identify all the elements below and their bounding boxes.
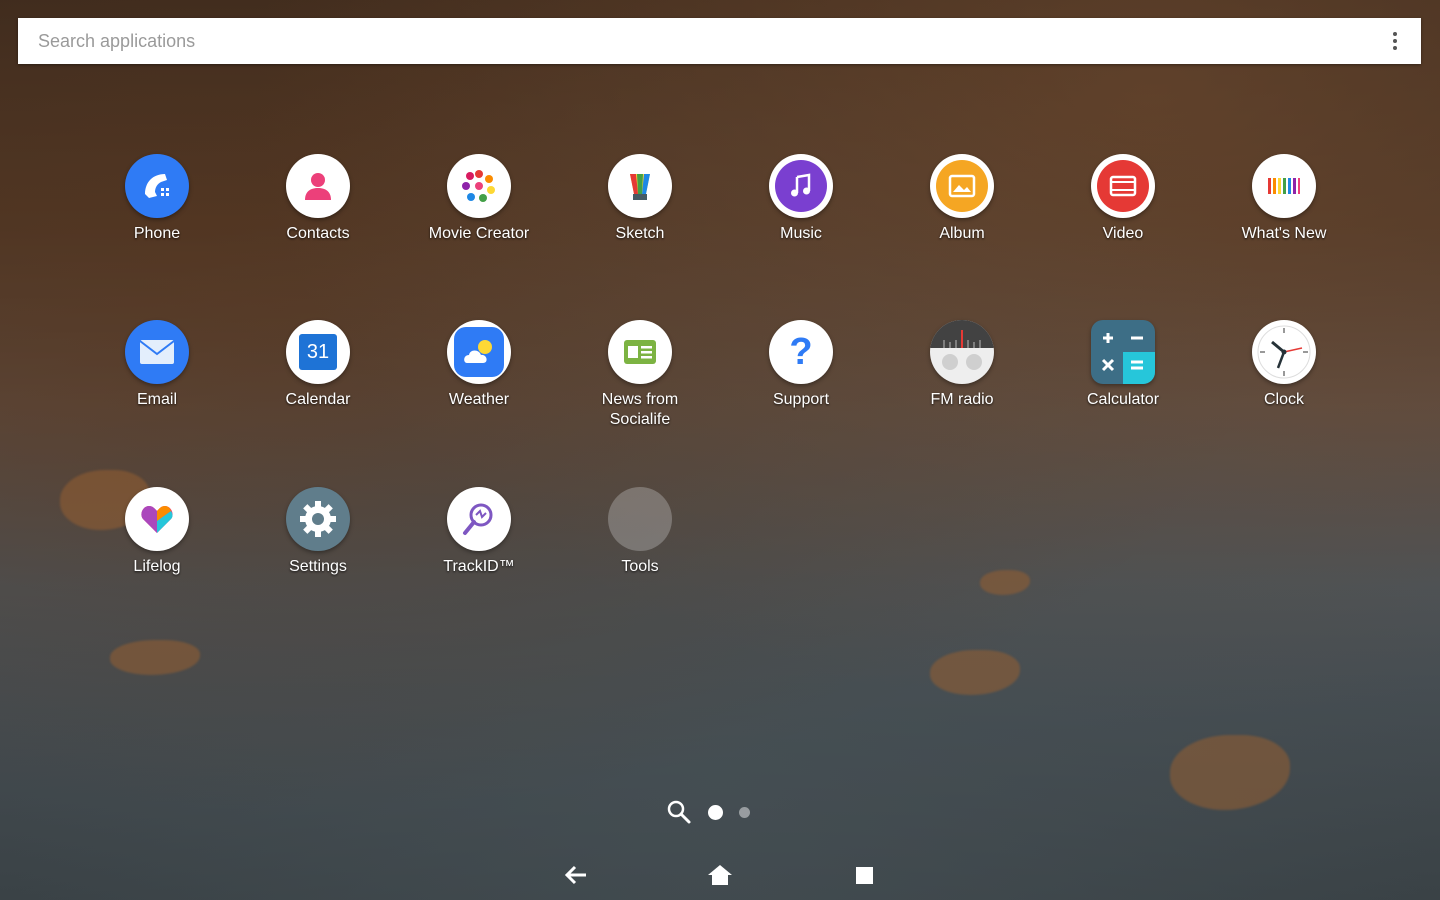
overflow-menu-icon[interactable] bbox=[1385, 28, 1405, 54]
app-settings[interactable]: Settings bbox=[248, 487, 388, 577]
app-label: Calculator bbox=[1086, 391, 1160, 408]
app-label: Music bbox=[780, 225, 822, 242]
app-lifelog[interactable]: Lifelog bbox=[87, 487, 227, 577]
app-label: Movie Creator bbox=[428, 225, 530, 242]
search-input[interactable] bbox=[36, 29, 1385, 53]
lifelog-icon bbox=[125, 487, 189, 551]
radio-icon bbox=[930, 320, 994, 384]
app-label: Clock bbox=[1263, 391, 1304, 408]
app-calculator[interactable]: Calculator bbox=[1053, 320, 1193, 410]
app-sketch[interactable]: Sketch bbox=[570, 154, 710, 244]
app-label: Settings bbox=[289, 558, 347, 575]
app-whats-new[interactable]: What's New bbox=[1214, 154, 1354, 244]
whats-new-icon bbox=[1252, 154, 1316, 218]
app-label: Support bbox=[772, 391, 830, 408]
app-label: Calendar bbox=[285, 391, 351, 408]
support-icon: ? bbox=[769, 320, 833, 384]
app-phone[interactable]: Phone bbox=[87, 154, 227, 244]
back-icon[interactable] bbox=[561, 860, 591, 890]
app-label: Video bbox=[1102, 225, 1144, 242]
clock-icon bbox=[1252, 320, 1316, 384]
app-weather[interactable]: Weather bbox=[409, 320, 549, 410]
app-calendar[interactable]: 31 Calendar bbox=[248, 320, 388, 410]
wallpaper-leaf bbox=[1170, 735, 1290, 810]
calculator-icon bbox=[1091, 320, 1155, 384]
app-fm-radio[interactable]: FM radio bbox=[892, 320, 1032, 410]
phone-icon bbox=[125, 154, 189, 218]
tools-folder-icon bbox=[608, 487, 672, 551]
trackid-icon bbox=[447, 487, 511, 551]
calendar-icon: 31 bbox=[286, 320, 350, 384]
app-music[interactable]: Music bbox=[731, 154, 871, 244]
app-contacts[interactable]: Contacts bbox=[248, 154, 388, 244]
wallpaper-leaf bbox=[980, 570, 1030, 595]
news-icon bbox=[608, 320, 672, 384]
navigation-bar bbox=[0, 850, 1440, 900]
app-label: Lifelog bbox=[133, 558, 181, 575]
app-news-from-socialife[interactable]: News from Socialife bbox=[570, 320, 710, 430]
album-icon bbox=[930, 154, 994, 218]
app-tools-folder[interactable]: Tools bbox=[570, 487, 710, 577]
settings-icon bbox=[286, 487, 350, 551]
app-label: Phone bbox=[133, 225, 181, 242]
wallpaper-leaf bbox=[930, 650, 1020, 695]
app-support[interactable]: ? Support bbox=[731, 320, 871, 410]
email-icon bbox=[125, 320, 189, 384]
app-trackid[interactable]: TrackID™ bbox=[409, 487, 549, 577]
sketch-icon bbox=[608, 154, 672, 218]
video-icon bbox=[1091, 154, 1155, 218]
contacts-icon bbox=[286, 154, 350, 218]
music-icon bbox=[769, 154, 833, 218]
app-email[interactable]: Email bbox=[87, 320, 227, 410]
search-icon[interactable] bbox=[666, 799, 692, 825]
recents-icon[interactable] bbox=[849, 860, 879, 890]
search-bar bbox=[18, 18, 1421, 64]
page-dot-active[interactable] bbox=[708, 804, 723, 820]
page-dot[interactable] bbox=[739, 806, 750, 818]
app-album[interactable]: Album bbox=[892, 154, 1032, 244]
app-label: News from Socialife bbox=[601, 391, 679, 428]
app-label: What's New bbox=[1241, 225, 1327, 242]
movie-creator-icon bbox=[447, 154, 511, 218]
page-indicator bbox=[666, 799, 750, 825]
app-movie-creator[interactable]: Movie Creator bbox=[409, 154, 549, 244]
home-icon[interactable] bbox=[705, 860, 735, 890]
app-label: FM radio bbox=[930, 391, 994, 408]
wallpaper-leaf bbox=[110, 640, 200, 675]
app-label: Weather bbox=[448, 391, 510, 408]
app-label: TrackID™ bbox=[443, 558, 515, 575]
app-label: Tools bbox=[621, 558, 659, 575]
weather-icon bbox=[447, 320, 511, 384]
app-label: Email bbox=[136, 391, 177, 408]
app-label: Album bbox=[939, 225, 985, 242]
app-label: Sketch bbox=[615, 225, 665, 242]
app-video[interactable]: Video bbox=[1053, 154, 1193, 244]
app-clock[interactable]: Clock bbox=[1214, 320, 1354, 410]
app-label: Contacts bbox=[286, 225, 350, 242]
